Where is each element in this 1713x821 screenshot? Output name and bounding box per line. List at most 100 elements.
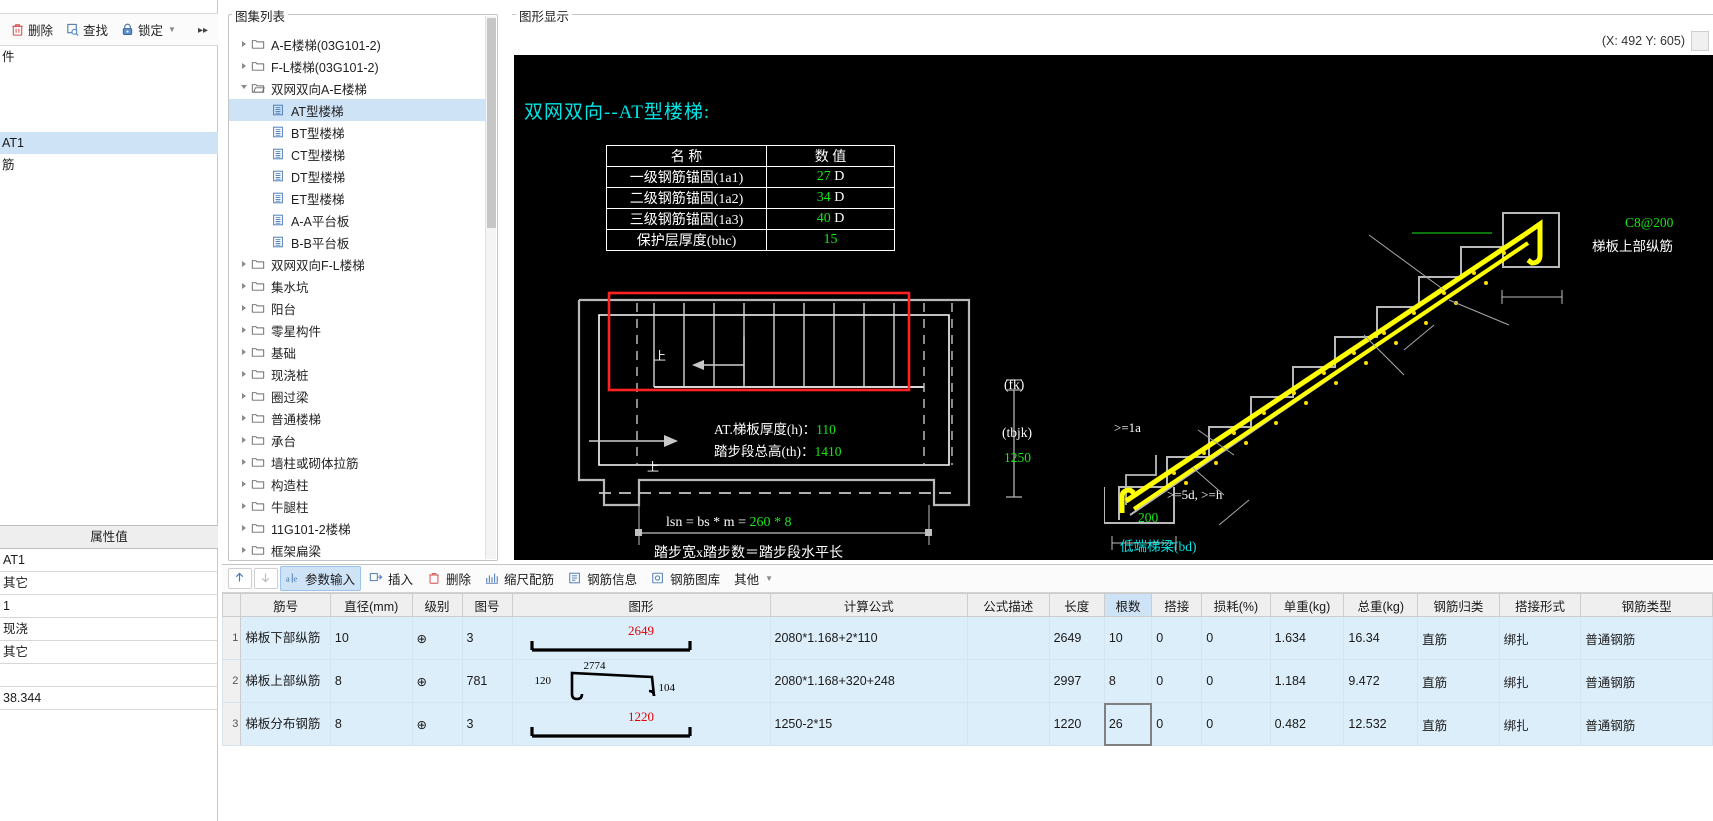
- column-header-15[interactable]: 钢筋类型: [1580, 593, 1713, 617]
- cell-formula-description[interactable]: [966, 702, 1050, 746]
- cad-canvas[interactable]: 双网双向--AT型楼梯: 名 称 数 值 一级钢筋锚固(1a1) 27 D 二级…: [514, 55, 1713, 560]
- 其他-button[interactable]: 其他 ▼: [728, 566, 779, 591]
- chevron-right-icon[interactable]: [237, 283, 251, 289]
- cell-unit-weight[interactable]: 1.634: [1269, 616, 1345, 660]
- 参数输入-button[interactable]: a e 参数输入: [280, 566, 362, 591]
- cell-rebar-name[interactable]: 梯板上部纵筋: [240, 659, 331, 703]
- chevron-right-icon[interactable]: [237, 327, 251, 333]
- tree-item-6[interactable]: DT型楼梯: [229, 165, 485, 187]
- cell-drawing-number[interactable]: 781: [461, 659, 513, 703]
- rebar-grid[interactable]: 筋号 直径(mm) 级别 图号 图形 计算公式 公式描述 长度 根数 搭接 损耗(%) 单重(kg) 总…: [222, 593, 1713, 746]
- cell-rebar-type[interactable]: 普通钢筋: [1580, 616, 1713, 660]
- column-header-7[interactable]: 长度: [1048, 593, 1105, 617]
- chevron-down-icon[interactable]: ▼: [168, 25, 176, 34]
- column-header-11[interactable]: 单重(kg): [1269, 593, 1345, 617]
- column-header-14[interactable]: 搭接形式: [1498, 593, 1582, 617]
- attr-row[interactable]: 1: [0, 595, 218, 618]
- column-header-10[interactable]: 损耗(%): [1201, 593, 1271, 617]
- arrow-up-button[interactable]: [228, 568, 252, 589]
- attr-row[interactable]: [0, 664, 218, 687]
- chevron-down-icon[interactable]: [237, 84, 251, 92]
- chevron-right-icon[interactable]: [237, 481, 251, 487]
- attr-row[interactable]: 38.344: [0, 687, 218, 710]
- table-row[interactable]: 1 梯板下部纵筋 10 ⊕ 3 2649 2080*1.168+2*110 2649 10 0 0 1…: [222, 616, 1713, 660]
- column-header-9[interactable]: 搭接: [1151, 593, 1203, 617]
- tree-item-20[interactable]: 构造柱: [229, 473, 485, 495]
- tree-item-17[interactable]: 普通楼梯: [229, 407, 485, 429]
- tree-item-16[interactable]: 圈过梁: [229, 385, 485, 407]
- cell-lap-type[interactable]: 绑扎: [1498, 616, 1582, 660]
- table-row[interactable]: 2 梯板上部纵筋 8 ⊕ 781 2774 120 104 2080*1.168+320+248…: [222, 659, 1713, 703]
- chevron-right-icon[interactable]: [237, 437, 251, 443]
- cell-formula-description[interactable]: [966, 616, 1050, 660]
- tree-item-8[interactable]: A-A平台板: [229, 209, 485, 231]
- cell-total-weight[interactable]: 9.472: [1343, 659, 1419, 703]
- cell-total-weight[interactable]: 16.34: [1343, 616, 1419, 660]
- cell-category[interactable]: 直筋: [1417, 702, 1500, 746]
- cell-formula[interactable]: 2080*1.168+2*110: [769, 616, 968, 660]
- expand-right-icon[interactable]: ▸▸: [194, 23, 212, 38]
- cell-loss[interactable]: 0: [1201, 616, 1271, 660]
- cell-lap[interactable]: 0: [1151, 659, 1203, 703]
- cell-shape[interactable]: 2774 120 104: [511, 659, 771, 703]
- column-header-13[interactable]: 钢筋归类: [1417, 593, 1500, 617]
- column-header-5[interactable]: 计算公式: [769, 593, 968, 617]
- column-header-12[interactable]: 总重(kg): [1343, 593, 1419, 617]
- tree-item-14[interactable]: 基础: [229, 341, 485, 363]
- tree-item-4[interactable]: BT型楼梯: [229, 121, 485, 143]
- tree-item-2[interactable]: 双网双向A-E楼梯: [229, 77, 485, 99]
- cell-lap-type[interactable]: 绑扎: [1498, 702, 1582, 746]
- chevron-right-icon[interactable]: [237, 41, 251, 47]
- cell-formula[interactable]: 1250-2*15: [769, 702, 968, 746]
- chevron-right-icon[interactable]: [237, 525, 251, 531]
- chevron-right-icon[interactable]: [237, 63, 251, 69]
- 缩尺配筋-button[interactable]: 缩尺配筋: [479, 566, 560, 591]
- tree-item-23[interactable]: 框架扁梁: [229, 539, 485, 560]
- chevron-right-icon[interactable]: [237, 459, 251, 465]
- cell-diameter[interactable]: 10: [329, 616, 413, 660]
- tree-item-9[interactable]: B-B平台板: [229, 231, 485, 253]
- cell-rebar-type[interactable]: 普通钢筋: [1580, 702, 1713, 746]
- cell-count[interactable]: 26: [1103, 702, 1153, 746]
- tree-item-18[interactable]: 承台: [229, 429, 485, 451]
- delete-button[interactable]: 删除: [6, 17, 57, 42]
- cell-drawing-number[interactable]: 3: [461, 616, 513, 660]
- 钢筋图库-button[interactable]: 钢筋图库: [645, 566, 726, 591]
- cell-category[interactable]: 直筋: [1417, 659, 1500, 703]
- cell-grade[interactable]: ⊕: [411, 702, 463, 746]
- column-header-2[interactable]: 级别: [411, 593, 463, 617]
- cell-length[interactable]: 2649: [1048, 616, 1105, 660]
- attr-row[interactable]: 其它: [0, 641, 218, 664]
- cell-diameter[interactable]: 8: [329, 659, 413, 703]
- tree-item-11[interactable]: 集水坑: [229, 275, 485, 297]
- chevron-right-icon[interactable]: [237, 547, 251, 553]
- cell-loss[interactable]: 0: [1201, 702, 1271, 746]
- clipped-row-selected[interactable]: AT1: [0, 132, 218, 154]
- column-header-4[interactable]: 图形: [511, 593, 771, 617]
- cell-diameter[interactable]: 8: [329, 702, 413, 746]
- chevron-right-icon[interactable]: [237, 305, 251, 311]
- cell-lap[interactable]: 0: [1151, 616, 1203, 660]
- cell-count[interactable]: 10: [1103, 616, 1153, 660]
- cell-unit-weight[interactable]: 1.184: [1269, 659, 1345, 703]
- tree-item-1[interactable]: F-L楼梯(03G101-2): [229, 55, 485, 77]
- cell-category[interactable]: 直筋: [1417, 616, 1500, 660]
- cell-shape[interactable]: 1220: [511, 702, 771, 746]
- tree-item-10[interactable]: 双网双向F-L楼梯: [229, 253, 485, 275]
- tree-item-5[interactable]: CT型楼梯: [229, 143, 485, 165]
- 删除-button[interactable]: 删除: [421, 566, 477, 591]
- tree-item-19[interactable]: 墙柱或砌体拉筋: [229, 451, 485, 473]
- cell-rebar-name[interactable]: 梯板下部纵筋: [240, 616, 331, 660]
- chevron-down-icon[interactable]: ▼: [765, 574, 773, 583]
- find-button[interactable]: 查找: [61, 17, 112, 42]
- chevron-right-icon[interactable]: [237, 415, 251, 421]
- tree-item-7[interactable]: ET型楼梯: [229, 187, 485, 209]
- 插入-button[interactable]: 插入: [363, 566, 419, 591]
- chevron-right-icon[interactable]: [237, 349, 251, 355]
- chevron-right-icon[interactable]: [237, 261, 251, 267]
- tree-scrollbar[interactable]: [485, 16, 496, 559]
- cell-drawing-number[interactable]: 3: [461, 702, 513, 746]
- column-header-3[interactable]: 图号: [461, 593, 513, 617]
- tree-item-15[interactable]: 现浇桩: [229, 363, 485, 385]
- cell-formula-description[interactable]: [966, 659, 1050, 703]
